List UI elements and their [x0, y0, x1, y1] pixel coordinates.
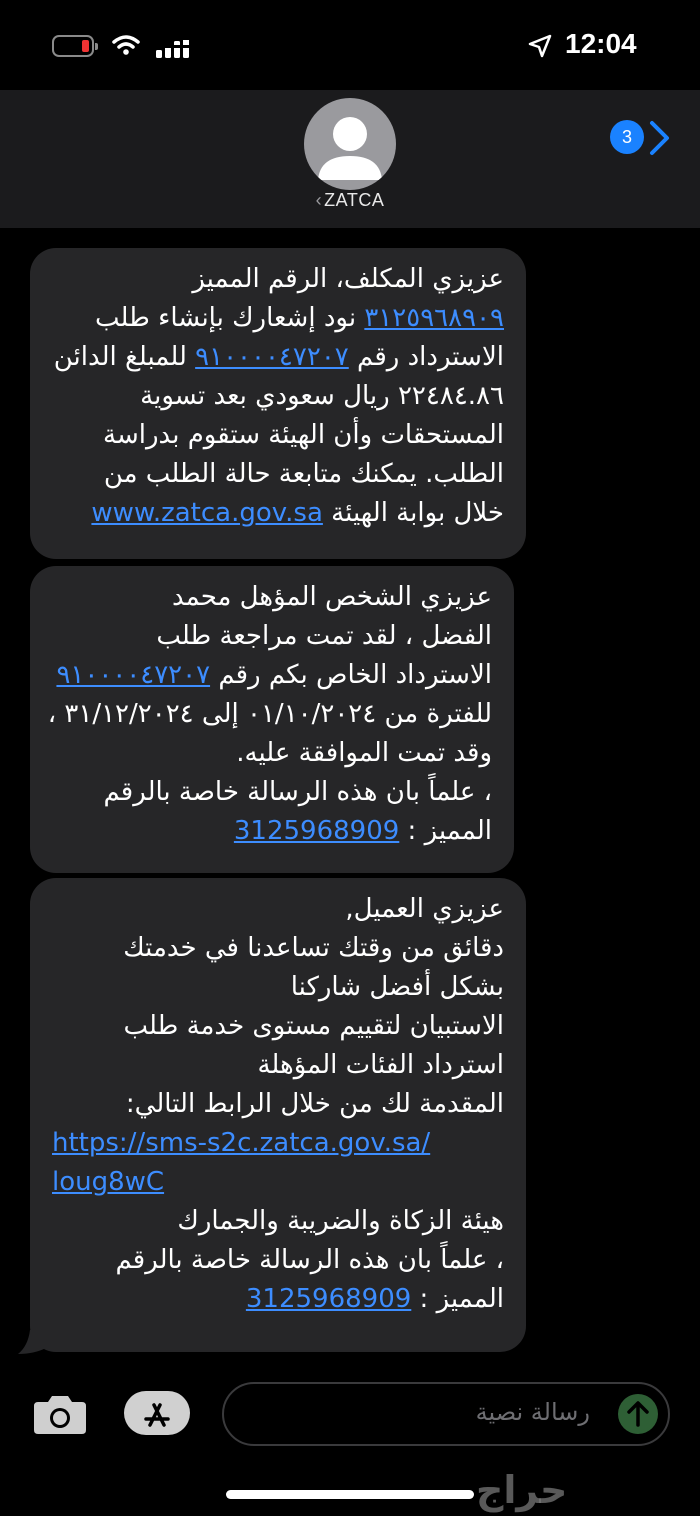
message-text: عزيزي العميل, — [345, 894, 504, 924]
message-line: ٣١٢٥٩٦٨٩٠٩ نود إشعارك بإنشاء طلب — [52, 299, 504, 338]
message-line: الفضل ، لقد تمت مراجعة طلب — [52, 617, 492, 656]
message-link[interactable]: 3125968909 — [234, 816, 399, 846]
message-line: الطلب. يمكنك متابعة حالة الطلب من — [52, 455, 504, 494]
message-link[interactable]: ٩١٠٠٠٠٤٧٢٠٧ — [195, 342, 349, 372]
message-link[interactable]: https://sms-s2c.zatca.gov.sa/ — [52, 1128, 430, 1158]
message-line: المميز : 3125968909 — [52, 812, 492, 851]
message-input-placeholder: رسالة نصية — [475, 1398, 590, 1426]
battery-icon — [52, 35, 98, 57]
message-text: هيئة الزكاة والضريبة والجمارك — [177, 1206, 504, 1236]
message-line: المميز : 3125968909 — [52, 1280, 504, 1319]
message-bubble-3[interactable]: عزيزي العميل, دقائق من وقتك تساعدنا في خ… — [30, 878, 526, 1352]
message-text: استرداد الفئات المؤهلة — [257, 1050, 504, 1080]
message-line: عزيزي العميل, — [52, 890, 504, 929]
chevron-left-icon: ‹ — [315, 190, 323, 210]
message-line: عزيزي الشخص المؤهل محمد — [52, 578, 492, 617]
message-link[interactable]: loug8wC — [52, 1167, 164, 1197]
conversation-header: ‹ ZATCA 3 — [0, 90, 700, 228]
message-text: وقد تمت الموافقة عليه. — [236, 738, 492, 768]
app-store-icon — [144, 1403, 170, 1427]
message-line: loug8wC — [52, 1163, 504, 1202]
message-line: وقد تمت الموافقة عليه. — [52, 734, 492, 773]
location-arrow-icon — [528, 34, 552, 58]
message-text: المقدمة لك من خلال الرابط التالي: — [125, 1089, 504, 1119]
message-text: الفضل ، لقد تمت مراجعة طلب — [156, 621, 492, 651]
signal-strength-icon — [156, 36, 189, 58]
message-text: للمبلغ الدائن — [53, 342, 196, 372]
clock: 12:04 — [565, 28, 637, 59]
person-silhouette-icon — [318, 117, 382, 180]
message-line: خلال بوابة الهيئة www.zatca.gov.sa — [52, 494, 504, 533]
message-text: بشكل أفضل شاركنا — [290, 972, 504, 1002]
message-line: المقدمة لك من خلال الرابط التالي: — [52, 1085, 504, 1124]
home-indicator[interactable] — [226, 1490, 474, 1499]
message-text: عزيزي الشخص المؤهل محمد — [172, 582, 492, 612]
send-button[interactable] — [618, 1394, 658, 1434]
contact-name[interactable]: ‹ ZATCA — [0, 190, 700, 211]
message-text: الاستبيان لتقييم مستوى خدمة طلب — [123, 1011, 504, 1041]
message-line: المستحقات وأن الهيئة ستقوم بدراسة — [52, 416, 504, 455]
message-line: الاستبيان لتقييم مستوى خدمة طلب — [52, 1007, 504, 1046]
unread-count-badge[interactable]: 3 — [610, 120, 644, 154]
message-line: الاسترداد رقم ٩١٠٠٠٠٤٧٢٠٧ للمبلغ الدائن — [52, 338, 504, 377]
arrow-up-icon — [627, 1401, 649, 1427]
message-line: ٢٢٤٨٤.٨٦ ريال سعودي بعد تسوية — [52, 377, 504, 416]
wifi-icon — [112, 35, 140, 55]
message-line: بشكل أفضل شاركنا — [52, 968, 504, 1007]
message-text: خلال بوابة الهيئة — [322, 498, 504, 528]
message-text: عزيزي المكلف، الرقم المميز — [192, 264, 504, 294]
message-link[interactable]: ٣١٢٥٩٦٨٩٠٩ — [364, 303, 504, 333]
message-line: للفترة من ٠١/١٠/٢٠٢٤ إلى ٣١/١٢/٢٠٢٤ ، — [48, 695, 492, 734]
message-text: الطلب. يمكنك متابعة حالة الطلب من — [103, 459, 504, 489]
message-line: دقائق من وقتك تساعدنا في خدمتك — [52, 929, 504, 968]
camera-icon[interactable] — [32, 1390, 88, 1436]
chevron-right-icon[interactable] — [648, 120, 672, 156]
message-text: نود إشعارك بإنشاء طلب — [95, 303, 365, 333]
message-link[interactable]: ٩١٠٠٠٠٤٧٢٠٧ — [56, 660, 210, 690]
message-link[interactable]: www.zatca.gov.sa — [91, 498, 322, 528]
message-line: ، علماً بان هذه الرسالة خاصة بالرقم — [52, 1241, 504, 1280]
message-line: ، علماً بان هذه الرسالة خاصة بالرقم — [52, 773, 492, 812]
message-bubble-2[interactable]: عزيزي الشخص المؤهل محمد الفضل ، لقد تمت م… — [30, 566, 514, 873]
message-text: ، علماً بان هذه الرسالة خاصة بالرقم — [103, 777, 492, 807]
message-input[interactable]: رسالة نصية — [222, 1382, 670, 1446]
message-line: استرداد الفئات المؤهلة — [52, 1046, 504, 1085]
message-text: للفترة من ٠١/١٠/٢٠٢٤ إلى ٣١/١٢/٢٠٢٤ ، — [47, 699, 492, 729]
message-text: ، علماً بان هذه الرسالة خاصة بالرقم — [115, 1245, 504, 1275]
message-text: المستحقات وأن الهيئة ستقوم بدراسة — [103, 420, 504, 450]
app-store-button[interactable] — [124, 1391, 190, 1435]
status-bar: 12:04 — [0, 0, 700, 90]
message-bubble-1[interactable]: عزيزي المكلف، الرقم المميز ٣١٢٥٩٦٨٩٠٩ نود… — [30, 248, 526, 559]
message-line: https://sms-s2c.zatca.gov.sa/ — [52, 1124, 504, 1163]
message-link[interactable]: 3125968909 — [246, 1284, 411, 1314]
message-text: دقائق من وقتك تساعدنا في خدمتك — [123, 933, 504, 963]
message-line: هيئة الزكاة والضريبة والجمارك — [52, 1202, 504, 1241]
message-text: ٢٢٤٨٤.٨٦ ريال سعودي بعد تسوية — [140, 381, 504, 411]
message-line: الاسترداد الخاص بكم رقم ٩١٠٠٠٠٤٧٢٠٧ — [52, 656, 492, 695]
message-text: المميز : — [411, 1284, 504, 1314]
message-text: المميز : — [399, 816, 492, 846]
message-line: عزيزي المكلف، الرقم المميز — [52, 260, 504, 299]
watermark-logo: حراج — [476, 1468, 568, 1512]
bubble-tail-icon — [18, 1330, 46, 1354]
message-text: الاسترداد الخاص بكم رقم — [210, 660, 492, 690]
message-text: الاسترداد رقم — [348, 342, 504, 372]
contact-avatar[interactable] — [304, 98, 396, 190]
